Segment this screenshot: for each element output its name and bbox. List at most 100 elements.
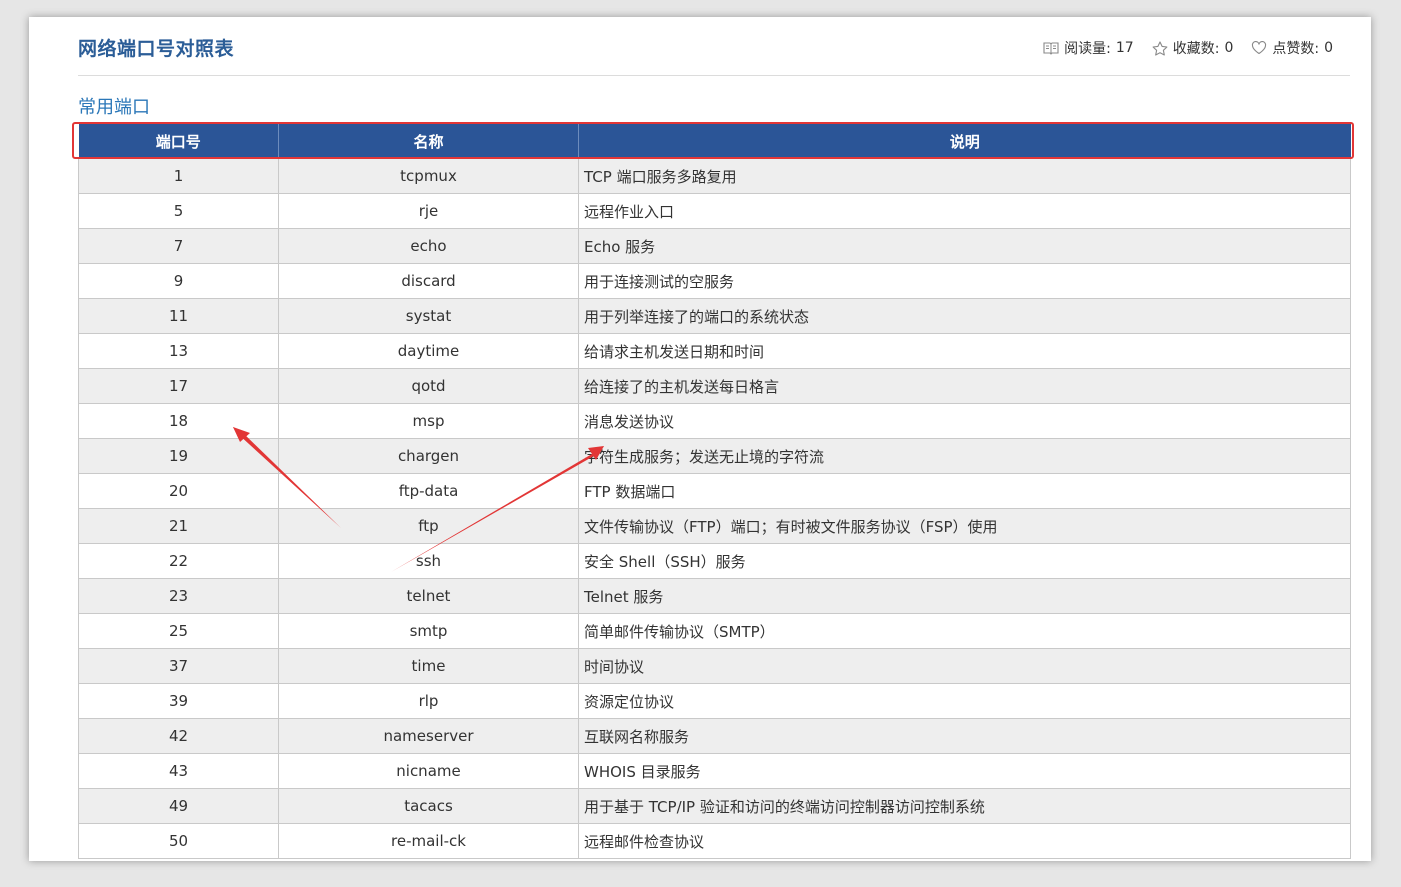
name-cell: ssh <box>278 543 579 579</box>
description-cell: WHOIS 目录服务 <box>578 753 1351 789</box>
table-row: 42 nameserver 互联网名称服务 <box>78 718 1351 754</box>
name-cell: smtp <box>278 613 579 649</box>
description-cell: 用于连接测试的空服务 <box>578 263 1351 299</box>
description-cell: 用于列举连接了的端口的系统状态 <box>578 298 1351 334</box>
name-cell: echo <box>278 228 579 264</box>
port-cell: 18 <box>78 403 279 439</box>
description-cell: 资源定位协议 <box>578 683 1351 719</box>
name-cell: telnet <box>278 578 579 614</box>
description-cell: TCP 端口服务多路复用 <box>578 158 1351 194</box>
table-row: 21 ftp 文件传输协议（FTP）端口；有时被文件服务协议（FSP）使用 <box>78 508 1351 544</box>
table-header-row: 端口号 名称 说明 <box>78 124 1351 159</box>
port-cell: 11 <box>78 298 279 334</box>
likes-stat[interactable]: 点赞数: 0 <box>1251 38 1333 58</box>
port-cell: 22 <box>78 543 279 579</box>
port-cell: 39 <box>78 683 279 719</box>
port-cell: 17 <box>78 368 279 404</box>
table-row: 22 ssh 安全 Shell（SSH）服务 <box>78 543 1351 579</box>
table-row: 18 msp 消息发送协议 <box>78 403 1351 439</box>
name-cell: ftp <box>278 508 579 544</box>
table-row: 37 time 时间协议 <box>78 648 1351 684</box>
likes-label: 点赞数: <box>1272 41 1320 57</box>
port-cell: 37 <box>78 648 279 684</box>
name-cell: discard <box>278 263 579 299</box>
port-cell: 20 <box>78 473 279 509</box>
name-cell: msp <box>278 403 579 439</box>
port-cell: 1 <box>78 158 279 194</box>
reads-count: 17 <box>1115 40 1134 56</box>
section-title: 常用端口 <box>78 97 150 118</box>
port-cell: 9 <box>78 263 279 299</box>
port-cell: 5 <box>78 193 279 229</box>
description-cell: 简单邮件传输协议（SMTP） <box>578 613 1351 649</box>
table-row: 5 rje 远程作业入口 <box>78 193 1351 229</box>
description-cell: Echo 服务 <box>578 228 1351 264</box>
name-cell: rlp <box>278 683 579 719</box>
name-cell: systat <box>278 298 579 334</box>
port-cell: 13 <box>78 333 279 369</box>
heart-icon[interactable] <box>1251 41 1267 55</box>
port-cell: 21 <box>78 508 279 544</box>
description-cell: 用于基于 TCP/IP 验证和访问的终端访问控制器访问控制系统 <box>578 788 1351 824</box>
article-card: 网络端口号对照表 阅读量: 17 收藏数: 0 点赞数: 0 常用端口 端口号 … <box>29 17 1371 861</box>
port-cell: 42 <box>78 718 279 754</box>
name-cell: nameserver <box>278 718 579 754</box>
description-cell: 远程作业入口 <box>578 193 1351 229</box>
table-row: 7 echo Echo 服务 <box>78 228 1351 264</box>
name-cell: time <box>278 648 579 684</box>
table-row: 49 tacacs 用于基于 TCP/IP 验证和访问的终端访问控制器访问控制系统 <box>78 788 1351 824</box>
port-table: 端口号 名称 说明 1 tcpmux TCP 端口服务多路复用 5 rje 远程作业入口 7… <box>78 124 1351 859</box>
name-cell: ftp-data <box>278 473 579 509</box>
table-row: 43 nicname WHOIS 目录服务 <box>78 753 1351 789</box>
column-header-description: 说明 <box>578 124 1351 159</box>
description-cell: 安全 Shell（SSH）服务 <box>578 543 1351 579</box>
table-row: 39 rlp 资源定位协议 <box>78 683 1351 719</box>
port-cell: 7 <box>78 228 279 264</box>
name-cell: tcpmux <box>278 158 579 194</box>
star-icon[interactable] <box>1152 40 1168 56</box>
name-cell: daytime <box>278 333 579 369</box>
description-cell: 远程邮件检查协议 <box>578 823 1351 859</box>
description-cell: 互联网名称服务 <box>578 718 1351 754</box>
description-cell: FTP 数据端口 <box>578 473 1351 509</box>
table-row: 19 chargen 字符生成服务；发送无止境的字符流 <box>78 438 1351 474</box>
description-cell: 消息发送协议 <box>578 403 1351 439</box>
table-row: 9 discard 用于连接测试的空服务 <box>78 263 1351 299</box>
description-cell: Telnet 服务 <box>578 578 1351 614</box>
name-cell: qotd <box>278 368 579 404</box>
table-row: 25 smtp 简单邮件传输协议（SMTP） <box>78 613 1351 649</box>
name-cell: chargen <box>278 438 579 474</box>
description-cell: 字符生成服务；发送无止境的字符流 <box>578 438 1351 474</box>
table-row: 1 tcpmux TCP 端口服务多路复用 <box>78 158 1351 194</box>
reads-label: 阅读量: <box>1064 41 1111 57</box>
name-cell: nicname <box>278 753 579 789</box>
table-row: 11 systat 用于列举连接了的端口的系统状态 <box>78 298 1351 334</box>
table-body: 1 tcpmux TCP 端口服务多路复用 5 rje 远程作业入口 7 echo Echo 服… <box>78 158 1351 859</box>
title-divider <box>78 75 1350 76</box>
article-stats: 阅读量: 17 收藏数: 0 点赞数: 0 <box>1043 38 1333 58</box>
table-row: 23 telnet Telnet 服务 <box>78 578 1351 614</box>
column-header-port: 端口号 <box>78 124 279 159</box>
table-row: 20 ftp-data FTP 数据端口 <box>78 473 1351 509</box>
description-cell: 给请求主机发送日期和时间 <box>578 333 1351 369</box>
name-cell: rje <box>278 193 579 229</box>
port-cell: 23 <box>78 578 279 614</box>
port-cell: 19 <box>78 438 279 474</box>
port-cell: 43 <box>78 753 279 789</box>
column-header-name: 名称 <box>278 124 579 159</box>
port-cell: 25 <box>78 613 279 649</box>
likes-count: 0 <box>1324 40 1333 56</box>
favorites-count: 0 <box>1224 40 1234 56</box>
table-row: 17 qotd 给连接了的主机发送每日格言 <box>78 368 1351 404</box>
name-cell: re-mail-ck <box>278 823 579 859</box>
port-cell: 49 <box>78 788 279 824</box>
table-row: 50 re-mail-ck 远程邮件检查协议 <box>78 823 1351 859</box>
favorites-stat[interactable]: 收藏数: 0 <box>1152 38 1234 58</box>
book-icon <box>1043 41 1059 55</box>
description-cell: 给连接了的主机发送每日格言 <box>578 368 1351 404</box>
port-cell: 50 <box>78 823 279 859</box>
reads-stat: 阅读量: 17 <box>1043 38 1134 58</box>
name-cell: tacacs <box>278 788 579 824</box>
page-title: 网络端口号对照表 <box>78 38 235 60</box>
description-cell: 时间协议 <box>578 648 1351 684</box>
